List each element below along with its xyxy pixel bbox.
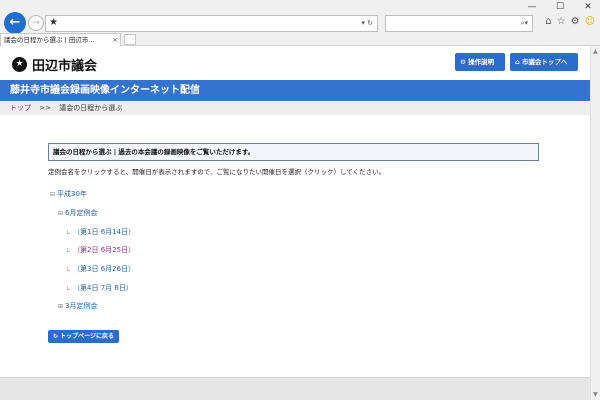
tree-branch-icon: ∟ <box>66 246 72 254</box>
collapse-minus-icon: ⊟ <box>50 190 56 198</box>
tab-close-icon[interactable]: × <box>112 34 118 46</box>
tree-session-june[interactable]: ⊟ 6月定例会 <box>58 208 98 218</box>
instructions-text: 定例会名をクリックすると、開催日が表示されますので、ご覧になりたい開催日を選択（… <box>48 168 386 176</box>
tree-day-label: （第4日 7月 6日） <box>73 284 133 292</box>
forward-arrow-icon[interactable]: → <box>28 15 44 31</box>
expand-plus-icon: ⊞ <box>58 302 64 310</box>
council-top-label: 市議会トップへ <box>521 58 568 66</box>
building-icon: ⌂ <box>515 58 520 66</box>
minimize-button[interactable]: — <box>526 2 538 12</box>
help-button[interactable]: ⚙ 操作説明 <box>455 53 505 71</box>
scroll-down-icon[interactable]: ▼ <box>593 391 598 398</box>
tree-branch-icon: ∟ <box>66 228 72 236</box>
scroll-up-icon[interactable]: ▲ <box>593 48 598 55</box>
search-input[interactable]: ⌕▾ <box>385 15 533 32</box>
refresh-icon[interactable]: ▾ ↻ <box>361 19 373 27</box>
page-content: ★ 田辺市議会 ⚙ 操作説明 ⌂ 市議会トップへ 藤井寺市議会録画映像インターネ… <box>0 46 590 400</box>
back-to-top-button[interactable]: ↻ トップページに戻る <box>48 330 119 343</box>
tree-day-label: （第2日 6月25日） <box>73 246 136 254</box>
tree-session-june-label: 6月定例会 <box>65 209 98 217</box>
breadcrumb: トップ >> 議会の日程から選ぶ <box>0 102 590 115</box>
tree-session-march[interactable]: ⊞ 3月定例会 <box>58 301 98 311</box>
new-tab-button[interactable] <box>124 34 136 45</box>
back-to-top-label: トップページに戻る <box>60 333 114 340</box>
tree-session-march-label: 3月定例会 <box>65 302 98 310</box>
site-logo[interactable]: ★ 田辺市議会 <box>12 55 97 74</box>
close-window-button[interactable]: ✕ <box>582 2 594 12</box>
breadcrumb-current: 議会の日程から選ぶ <box>59 104 123 112</box>
favorites-icon[interactable]: ☆ <box>557 16 566 27</box>
tree-year-item[interactable]: ⊟ 平成30年 <box>50 189 87 199</box>
page-banner: 藤井寺市議会録画映像インターネット配信 <box>0 80 590 101</box>
vertical-scrollbar[interactable]: ▲ ▼ <box>590 46 600 400</box>
site-name: 田辺市議会 <box>32 59 98 74</box>
tree-day-item[interactable]: ∟ （第2日 6月25日） <box>66 245 135 255</box>
site-header: ★ 田辺市議会 ⚙ 操作説明 ⌂ 市議会トップへ <box>0 46 590 79</box>
maximize-button[interactable]: ☐ <box>554 2 566 12</box>
favorite-star-icon: ★ <box>49 17 58 28</box>
collapse-minus-icon: ⊟ <box>58 209 64 217</box>
gear-icon[interactable]: ⚙ <box>571 16 580 27</box>
tree-day-item[interactable]: ∟ （第1日 6月14日） <box>66 227 135 237</box>
browser-tab[interactable]: 議会の日程から選ぶ | 田辺市... × <box>0 33 121 46</box>
gear-icon: ⚙ <box>460 58 466 66</box>
tree-branch-icon: ∟ <box>66 284 72 292</box>
window-controls: — ☐ ✕ <box>526 2 594 12</box>
council-top-button[interactable]: ⌂ 市議会トップへ <box>510 53 578 71</box>
help-button-label: 操作説明 <box>468 58 495 66</box>
tree-year-label: 平成30年 <box>57 190 87 198</box>
search-icon[interactable]: ⌕▾ <box>521 19 528 28</box>
home-icon[interactable]: ⌂ <box>545 16 551 27</box>
city-emblem-icon: ★ <box>12 57 27 72</box>
tree-day-label: （第1日 6月14日） <box>73 228 136 236</box>
refresh-arrow-icon: ↻ <box>52 333 59 340</box>
feedback-smiley-icon[interactable]: ☺ <box>585 16 595 27</box>
tree-day-label: （第3日 6月26日） <box>73 265 136 273</box>
back-arrow-icon[interactable]: ← <box>4 12 26 34</box>
browser-chrome: — ☐ ✕ ← → ★ ▾ ↻ ⌕▾ ⌂ ☆ ⚙ ☺ 議会の日程から選ぶ | 田… <box>0 0 600 46</box>
browser-toolbar-icons: ⌂ ☆ ⚙ ☺ <box>545 16 595 27</box>
footer-bar <box>0 377 590 400</box>
tab-title: 議会の日程から選ぶ | 田辺市... <box>4 36 95 44</box>
breadcrumb-top-link[interactable]: トップ <box>10 104 31 112</box>
tree-day-item[interactable]: ∟ （第4日 7月 6日） <box>66 283 133 293</box>
address-bar[interactable]: ★ ▾ ↻ <box>45 15 378 32</box>
tree-day-item[interactable]: ∟ （第3日 6月26日） <box>66 264 135 274</box>
breadcrumb-separator: >> <box>39 104 51 112</box>
notice-box: 議会の日程から選ぶ | 過去の本会議の録画映像をご覧いただけます。 <box>48 143 539 161</box>
tree-branch-icon: ∟ <box>66 265 72 273</box>
